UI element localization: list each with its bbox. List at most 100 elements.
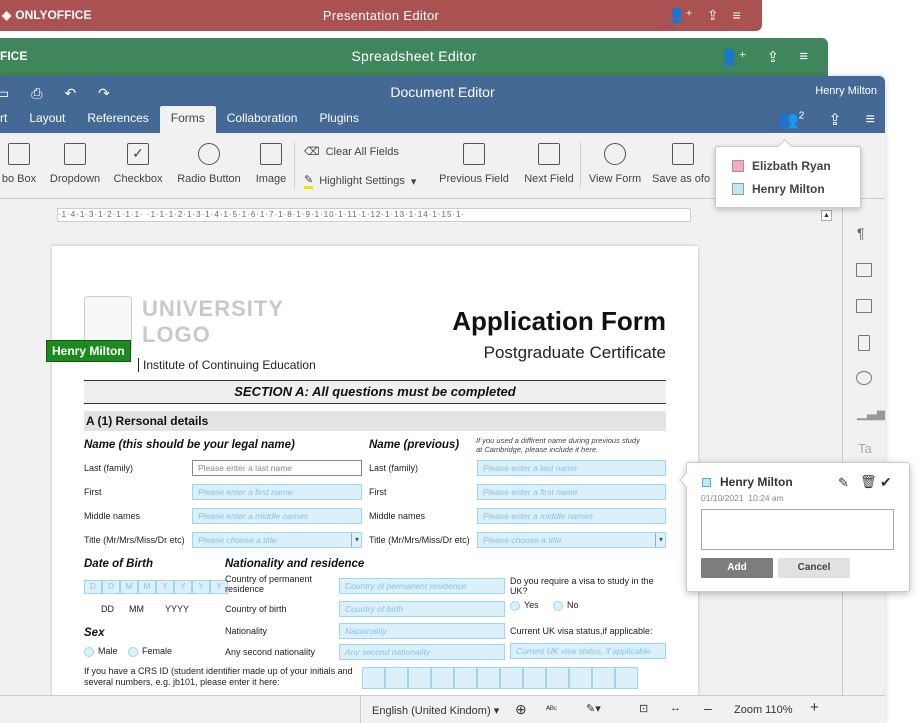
comment-author: Henry Milton [720,475,793,489]
spreadsheet-editor-window[interactable]: FICE Spreadsheet Editor 👤⁺ ⇪ ≡ [0,38,828,76]
next-field-icon [538,143,560,165]
tab-forms[interactable]: Forms [159,106,216,133]
second-nationality-input[interactable]: Any second nationality [339,644,505,660]
header-actions: 👥2 ⇪ ≡ [779,110,875,130]
male-radio[interactable] [84,646,94,657]
user-item[interactable]: Henry Milton [732,182,825,196]
prev-last-name-input[interactable]: Please enter a last name [477,460,666,476]
fit-width-icon[interactable]: ↔ [670,702,681,714]
perm-residence-input[interactable]: Country of permanent residence [339,578,505,594]
table-settings-icon[interactable] [856,263,872,277]
highlight-settings-button[interactable]: ✎ Highlight Settings ▾ [304,173,416,189]
toolbar-separator [580,141,581,189]
users-icon[interactable]: 👤⁺ [668,7,693,24]
users-button[interactable]: 👥2 [779,110,804,130]
first-name-input[interactable]: Please enter a first name [192,484,362,500]
zoom-in-button[interactable]: + [810,699,819,716]
dropdown-icon [64,143,86,165]
nationality-label: Nationality [225,626,268,636]
middle-names-label: Middle names [84,511,141,521]
user-color-swatch [732,183,744,195]
comment-timestamp: 01/10/2021 10:24 am [701,493,784,503]
presentation-editor-window[interactable]: ◈ ONLYOFFICE Presentation Editor 👤⁺ ⇪ ≡ [0,0,762,31]
male-option[interactable]: Male [84,646,118,657]
presentation-title: Presentation Editor [322,8,440,23]
female-radio[interactable] [128,646,138,657]
open-location-icon[interactable]: ⇪ [767,48,780,66]
title-dropdown[interactable]: Please choose a title [192,532,362,548]
next-field-button[interactable]: Next Field [520,143,578,185]
shape-settings-icon[interactable] [856,371,872,385]
paragraph-settings-icon[interactable]: ¶ [857,225,865,241]
toolbar-separator [294,141,295,189]
menu-icon[interactable]: ≡ [866,111,875,129]
track-changes-icon[interactable]: ✎▾ [586,702,601,715]
no-radio[interactable] [553,600,563,611]
zoom-level[interactable]: Zoom 110% [734,704,793,716]
prev-title-dropdown[interactable]: Please choose a title [477,532,666,548]
checkbox-button[interactable]: ✓ Checkbox [110,143,166,185]
radio-button-button[interactable]: Radio Button [174,143,244,185]
combo-box-button[interactable]: bo Box [0,143,44,185]
form-subtitle: Postgraduate Certificate [483,343,666,362]
nationality-input[interactable]: Nacionality [339,623,505,639]
tab-references[interactable]: References [76,106,159,133]
save-as-oform-button[interactable]: Save as ofo [652,143,714,185]
combo-box-icon [8,143,30,165]
prev-middle-names-input[interactable]: Please enter a middle names [477,508,666,524]
text-art-icon[interactable]: Ta [858,441,872,456]
previous-field-button[interactable]: Previous Field [436,143,512,185]
document-page[interactable]: UNIVERSITY LOGO Institute of Continuing … [52,246,698,696]
last-name-input[interactable]: Please enter a last name [192,460,362,476]
fit-page-icon[interactable]: ⊡ [639,702,648,715]
visa-no-option[interactable]: No [553,600,579,611]
ribbon-tabs: rt Layout References Forms Collaboration… [0,106,370,133]
horizontal-ruler[interactable]: ·1·4·1·3·1·2·1·1·1· ·1·1·1·2·1·3·1·4·1·5… [57,208,691,222]
visa-status-input[interactable]: Current UK visa status, if applicable [510,643,666,659]
clear-fields-button[interactable]: ⌫ Clear All Fields [304,145,399,159]
menu-icon[interactable]: ≡ [799,48,808,66]
yes-radio[interactable] [510,600,520,611]
middle-names-input[interactable]: Please enter a middle names [192,508,362,524]
user-item[interactable]: Elizbath Ryan [732,159,831,173]
users-icon[interactable]: 👤⁺ [720,48,747,66]
view-form-button[interactable]: View Form [586,143,644,185]
chart-settings-icon[interactable]: ▁▃▅ [857,405,885,421]
ruler-toggle-icon[interactable]: ▲ [821,210,832,221]
sex-heading: Sex [84,627,105,639]
image-button[interactable]: Image [252,143,290,185]
language-selector[interactable]: English (United Kindom) ▾ [372,704,499,717]
visa-yes-option[interactable]: Yes [510,600,539,611]
crs-input[interactable] [362,667,638,689]
comment-textarea[interactable] [701,509,894,550]
prev-middle-names-label: Middle names [369,511,426,521]
comment-popup: Henry Milton 01/10/2021 10:24 am ✎ 🗑 ✔ A… [678,462,910,592]
highlighter-icon: ✎ [304,173,314,189]
last-name-label: Last (family) [84,463,134,473]
tab-insert[interactable]: rt [0,106,18,133]
cancel-comment-button[interactable]: Cancel [778,558,850,578]
tab-plugins[interactable]: Plugins [308,106,369,133]
header-footer-icon[interactable] [858,335,870,351]
zoom-out-button[interactable]: – [704,700,712,716]
female-option[interactable]: Female [128,646,172,657]
tab-layout[interactable]: Layout [18,106,76,133]
spellcheck-icon[interactable]: ᴬᴮᶜ [546,704,557,714]
dropdown-button[interactable]: Dropdown [46,143,104,185]
resolve-comment-icon[interactable]: ✔ [880,474,892,491]
globe-icon[interactable]: ⊕ [515,701,527,718]
open-location-icon[interactable]: ⇪ [707,7,719,24]
add-comment-button[interactable]: Add [701,558,773,578]
image-settings-icon[interactable] [856,299,872,313]
open-location-icon[interactable]: ⇪ [828,110,841,130]
dob-input[interactable]: D D M M Y Y Y Y [84,580,228,594]
tab-collaboration[interactable]: Collaboration [216,106,309,133]
prev-first-name-label: First [369,487,387,497]
prev-last-name-label: Last (family) [369,463,419,473]
delete-comment-icon[interactable]: 🗑 [860,474,877,490]
prev-first-name-input[interactable]: Please enter a first name [477,484,666,500]
menu-icon[interactable]: ≡ [733,7,741,24]
current-user: Henry Milton [815,85,877,97]
edit-comment-icon[interactable]: ✎ [838,475,849,491]
birth-country-input[interactable]: Country of birth [339,601,505,617]
